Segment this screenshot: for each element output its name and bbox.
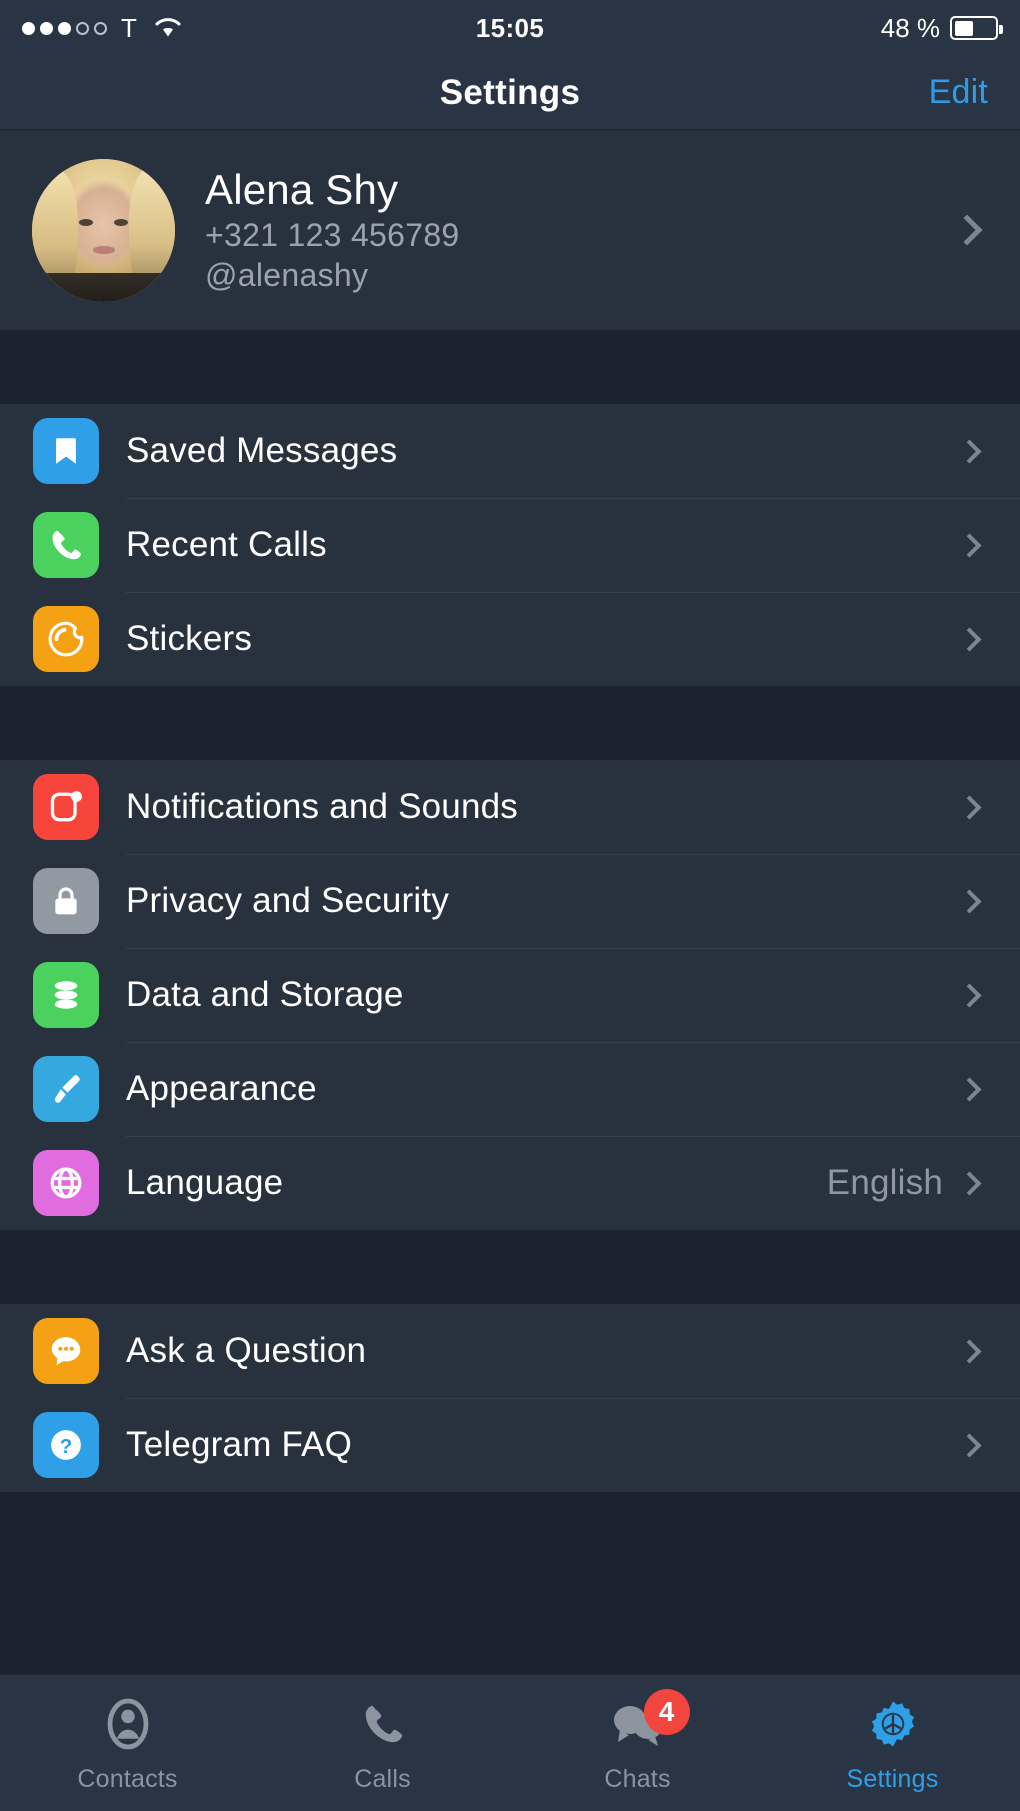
status-bar-right: 48 % <box>880 12 1003 44</box>
profile-row[interactable]: Alena Shy +321 123 456789 @alenashy <box>0 130 1020 330</box>
chevron-right-icon <box>957 626 982 652</box>
tab-calls[interactable]: Calls <box>255 1693 510 1794</box>
calls-icon <box>360 1693 406 1755</box>
signal-strength-icon <box>22 21 107 35</box>
chevron-right-icon <box>951 214 983 246</box>
settings-row-label: Data and Storage <box>126 975 404 1014</box>
chevron-right-icon <box>957 982 982 1008</box>
contacts-icon <box>104 1693 152 1755</box>
telegram-settings-screen: T 15:05 48 % Settings Edit Alena Shy +32… <box>0 0 1020 1811</box>
profile-username: @alenashy <box>205 257 369 293</box>
settings-row-language[interactable]: Language English <box>0 1136 1020 1230</box>
tab-label: Settings <box>846 1765 939 1793</box>
profile-phone: +321 123 456789 <box>205 217 460 253</box>
globe-icon <box>33 1150 99 1216</box>
settings-row-telegram-faq[interactable]: ? Telegram FAQ <box>0 1398 1020 1492</box>
settings-row-label: Privacy and Security <box>126 881 450 920</box>
phone-icon <box>33 512 99 578</box>
settings-row-appearance[interactable]: Appearance <box>0 1042 1020 1136</box>
tab-label: Chats <box>604 1765 671 1793</box>
sticker-icon <box>33 606 99 672</box>
page-title: Settings <box>439 72 581 112</box>
chevron-right-icon <box>957 1338 982 1364</box>
paintbrush-icon <box>33 1056 99 1122</box>
tab-bar: Contacts Calls 4 Chats Settings <box>0 1674 1020 1811</box>
settings-row-label: Notifications and Sounds <box>126 787 518 826</box>
chevron-right-icon <box>957 438 982 464</box>
section-gap <box>0 1230 1020 1304</box>
section-gap <box>0 330 1020 404</box>
carrier-label: T <box>121 12 138 43</box>
settings-row-label: Saved Messages <box>126 431 398 470</box>
chevron-right-icon <box>957 532 982 558</box>
database-icon <box>33 962 99 1028</box>
settings-row-label: Recent Calls <box>126 525 327 564</box>
wifi-icon <box>155 18 181 37</box>
section-gap <box>0 686 1020 760</box>
settings-row-data-and-storage[interactable]: Data and Storage <box>0 948 1020 1042</box>
tab-settings[interactable]: Settings <box>765 1693 1020 1794</box>
status-bar-left: T <box>22 13 184 44</box>
question-circle-icon: ? <box>33 1412 99 1478</box>
chevron-right-icon <box>957 888 982 914</box>
chevron-right-icon <box>957 794 982 820</box>
settings-row-label: Ask a Question <box>126 1331 367 1370</box>
settings-row-notifications-and-sounds[interactable]: Notifications and Sounds <box>0 760 1020 854</box>
settings-row-label: Language <box>126 1163 284 1202</box>
chevron-right-icon <box>957 1432 982 1458</box>
profile-text: Alena Shy +321 123 456789 @alenashy <box>205 166 460 294</box>
settings-group-0: Saved Messages Recent Calls Stickers <box>0 404 1020 686</box>
settings-group-2: Ask a Question? Telegram FAQ <box>0 1304 1020 1492</box>
settings-row-label: Appearance <box>126 1069 317 1108</box>
chats-icon: 4 <box>610 1689 690 1755</box>
tab-chats[interactable]: 4 Chats <box>510 1689 765 1794</box>
profile-name: Alena Shy <box>205 166 399 213</box>
settings-group-1: Notifications and Sounds Privacy and Secu… <box>0 760 1020 1230</box>
status-bar: T 15:05 48 % <box>0 0 1020 56</box>
battery-icon <box>950 16 1003 40</box>
bookmark-icon <box>33 418 99 484</box>
notification-icon <box>33 774 99 840</box>
chevron-right-icon <box>957 1170 982 1196</box>
settings-row-label: Telegram FAQ <box>126 1425 353 1464</box>
settings-row-recent-calls[interactable]: Recent Calls <box>0 498 1020 592</box>
navigation-bar: Settings Edit <box>0 56 1020 130</box>
lock-icon <box>33 868 99 934</box>
settings-row-saved-messages[interactable]: Saved Messages <box>0 404 1020 498</box>
unread-badge: 4 <box>643 1689 690 1735</box>
tab-contacts[interactable]: Contacts <box>0 1693 255 1794</box>
settings-row-stickers[interactable]: Stickers <box>0 592 1020 686</box>
tab-label: Calls <box>354 1765 411 1793</box>
settings-row-privacy-and-security[interactable]: Privacy and Security <box>0 854 1020 948</box>
settings-row-label: Stickers <box>126 619 253 658</box>
chat-bubble-icon <box>33 1318 99 1384</box>
edit-button[interactable]: Edit <box>929 73 988 112</box>
tab-label: Contacts <box>77 1765 178 1793</box>
settings-row-value: English <box>826 1163 943 1202</box>
svg-text:?: ? <box>60 1435 73 1458</box>
settings-gear-icon <box>867 1693 919 1755</box>
settings-row-ask-a-question[interactable]: Ask a Question <box>0 1304 1020 1398</box>
avatar[interactable] <box>32 158 175 302</box>
chevron-right-icon <box>957 1076 982 1102</box>
battery-percent-label: 48 % <box>880 12 940 43</box>
